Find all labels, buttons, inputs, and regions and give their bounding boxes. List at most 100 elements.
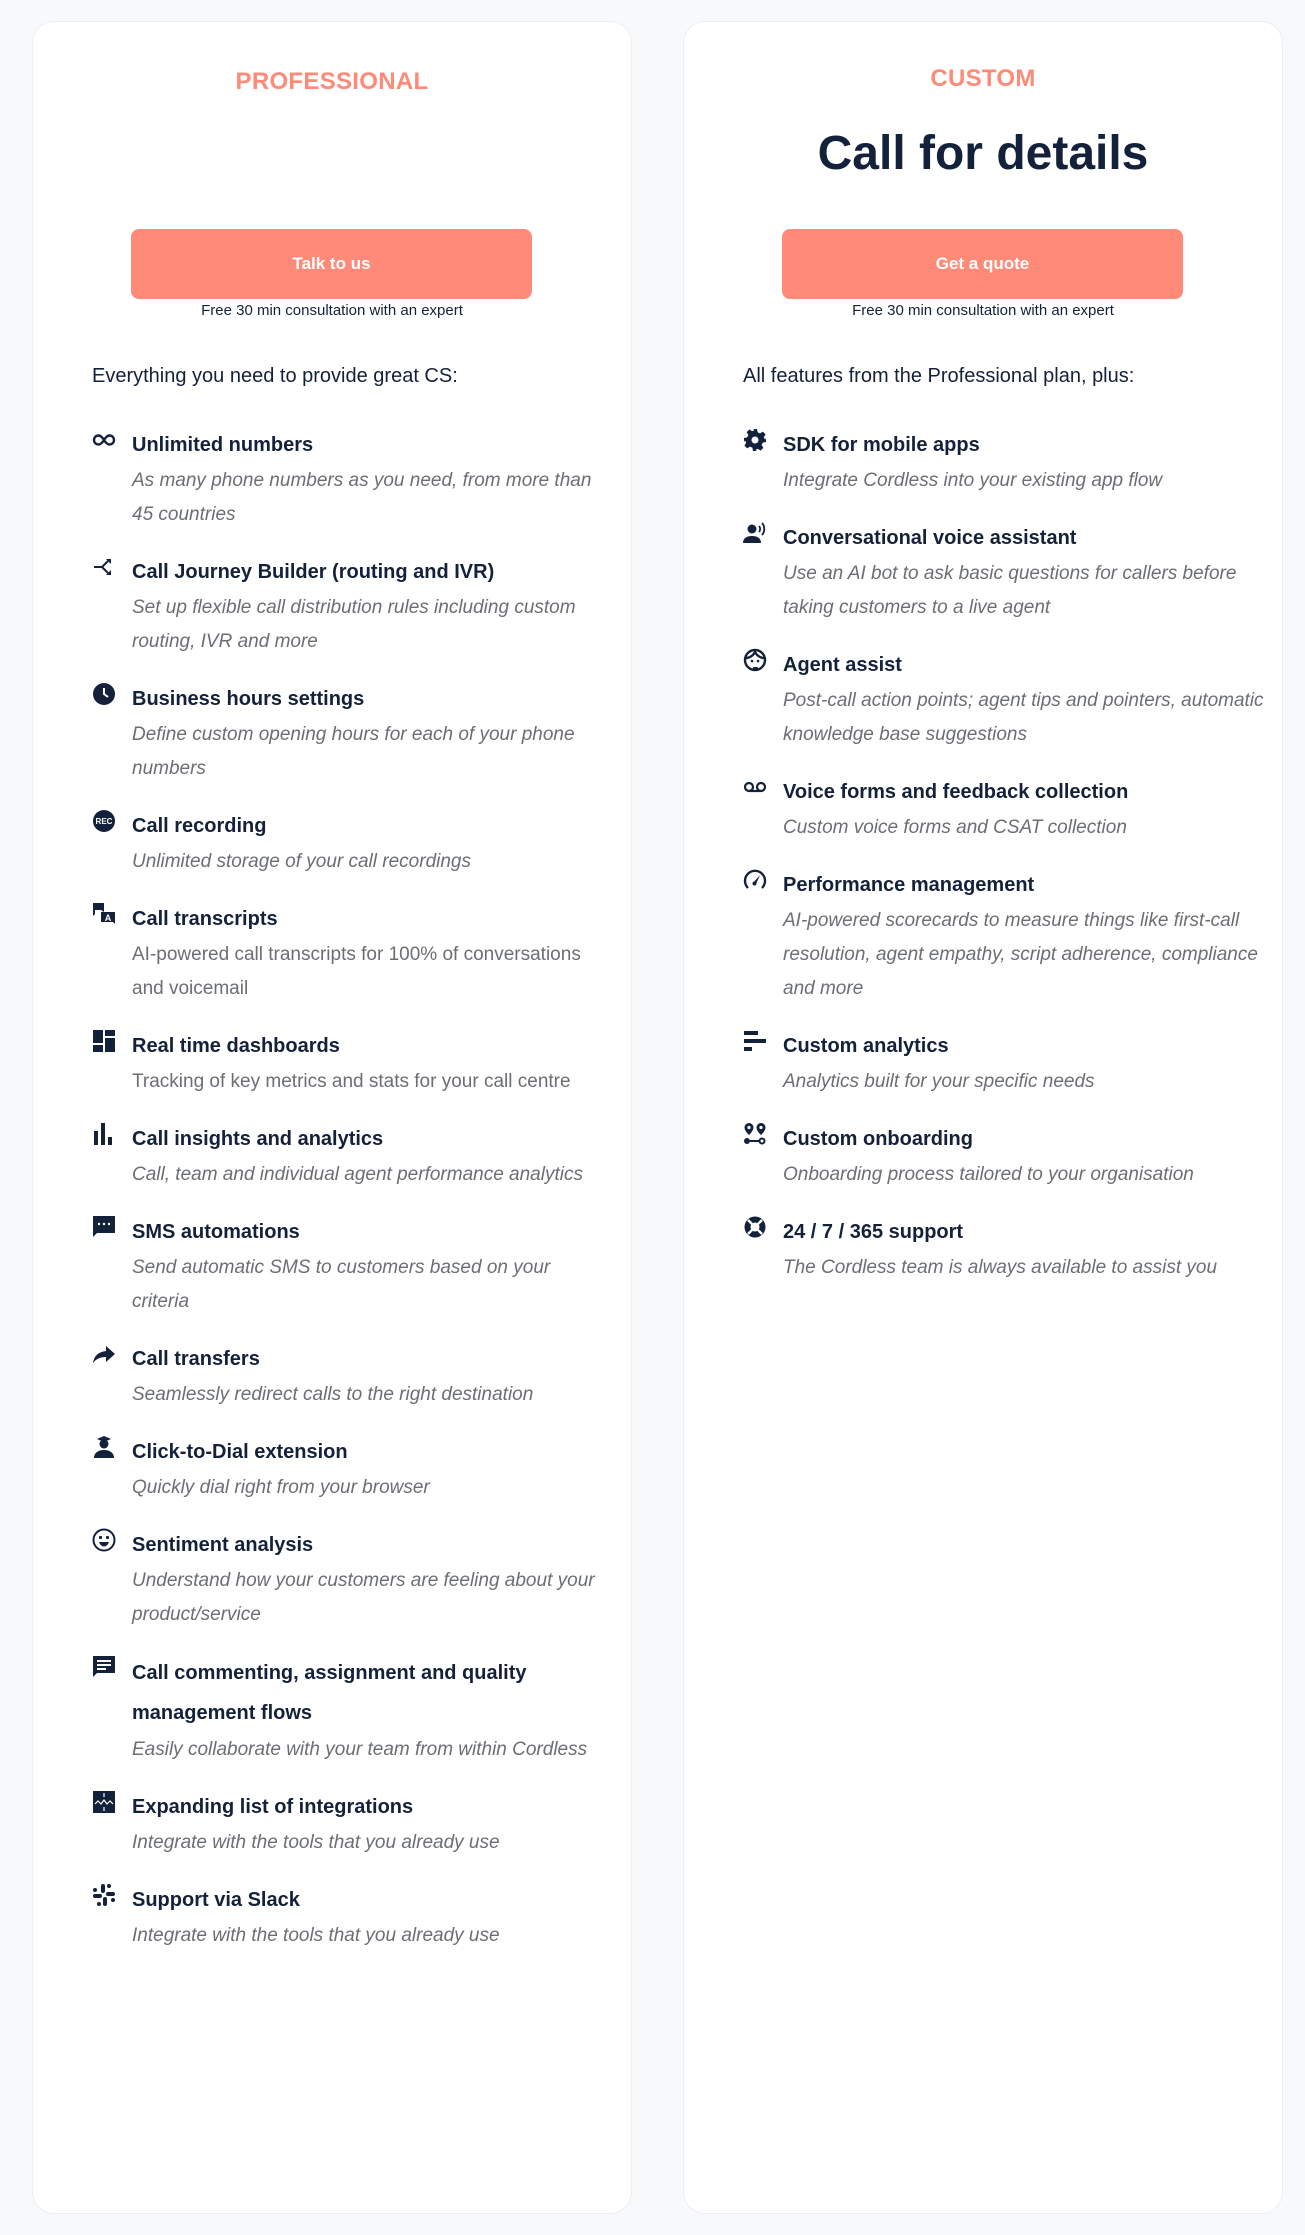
feature-title: Real time dashboards [132, 1035, 340, 1057]
feature-item: Performance management AI-powered scorec… [743, 866, 1273, 1006]
feature-item: Call insights and analytics Call, team a… [92, 1120, 612, 1192]
feature-description: As many phone numbers as you need, from … [132, 470, 592, 525]
feature-item: Voice forms and feedback collection Cust… [743, 773, 1273, 845]
support-agent-icon [743, 648, 773, 672]
feature-item: 24 / 7 / 365 support The Cordless team i… [743, 1213, 1273, 1285]
feature-list: SDK for mobile apps Integrate Cordless i… [743, 426, 1273, 1306]
feature-title: SMS automations [132, 1221, 300, 1243]
feature-description: AI-powered scorecards to measure things … [783, 910, 1258, 999]
feature-item: Custom onboarding Onboarding process tai… [743, 1120, 1273, 1192]
svg-text:A: A [105, 913, 112, 923]
feature-item: Agent assist Post-call action points; ag… [743, 646, 1273, 752]
feature-item: SMS automations Send automatic SMS to cu… [92, 1213, 612, 1319]
pricing-page: PROFESSIONAL Talk to us Free 30 min cons… [0, 0, 1305, 2235]
feature-item: Call transfers Seamlessly redirect calls… [92, 1340, 612, 1412]
infinity-icon [92, 429, 122, 451]
horizontal-bars-icon [743, 1030, 773, 1052]
feature-title: Call transfers [132, 1348, 260, 1370]
feature-description: Integrate Cordless into your existing ap… [783, 470, 1163, 491]
feature-title: Call Journey Builder (routing and IVR) [132, 561, 495, 583]
feature-item: Support via Slack Integrate with the too… [92, 1881, 612, 1953]
feature-item: Call commenting, assignment and quality … [92, 1653, 612, 1767]
feature-item: Call Journey Builder (routing and IVR) S… [92, 553, 612, 659]
get-a-quote-button[interactable]: Get a quote [782, 229, 1183, 299]
feature-description: Integrate with the tools that you alread… [132, 1832, 500, 1853]
feature-title: Call insights and analytics [132, 1128, 384, 1150]
feature-title: Performance management [783, 874, 1035, 896]
plan-price: Call for details [817, 127, 1149, 180]
plan-name: PROFESSIONAL [235, 68, 429, 95]
plan-intro: Everything you need to provide great CS: [92, 365, 458, 387]
feature-description: Easily collaborate with your team from w… [132, 1739, 588, 1760]
feature-item: Sentiment analysis Understand how your c… [92, 1526, 612, 1632]
feature-description: Understand how your customers are feelin… [132, 1570, 595, 1625]
feature-item: Unlimited numbers As many phone numbers … [92, 426, 612, 532]
route-pins-icon [743, 1123, 773, 1145]
feature-item: SDK for mobile apps Integrate Cordless i… [743, 426, 1273, 498]
feature-item: Expanding list of integrations Integrate… [92, 1788, 612, 1860]
feature-title: Call recording [132, 815, 267, 837]
feature-title: Custom onboarding [783, 1128, 973, 1150]
feature-description: Use an AI bot to ask basic questions for… [783, 563, 1237, 618]
plan-name: CUSTOM [930, 65, 1036, 92]
bar-chart-icon [92, 1123, 122, 1145]
feature-description: Seamlessly redirect calls to the right d… [132, 1384, 534, 1405]
smiley-icon [92, 1528, 122, 1552]
rec-icon: REC [92, 810, 122, 832]
plan-intro: All features from the Professional plan,… [743, 365, 1135, 387]
feature-title: SDK for mobile apps [783, 434, 980, 456]
plan-card-custom: CUSTOM Call for details Get a quote Free… [683, 21, 1283, 2214]
svg-text:REC: REC [96, 817, 113, 826]
speedometer-icon [743, 869, 773, 891]
translate-icon: A [92, 903, 122, 925]
feature-item: Real time dashboards Tracking of key met… [92, 1027, 612, 1099]
feature-title: Custom analytics [783, 1035, 949, 1057]
feature-title: Business hours settings [132, 688, 365, 710]
feature-description: Analytics built for your specific needs [783, 1071, 1095, 1092]
feature-description: AI-powered call transcripts for 100% of … [132, 944, 581, 999]
feature-description: Onboarding process tailored to your orga… [783, 1164, 1194, 1185]
feature-item: Click-to-Dial extension Quickly dial rig… [92, 1433, 612, 1505]
feature-description: Define custom opening hours for each of … [132, 724, 575, 779]
feature-item: REC Call recording Unlimited storage of … [92, 807, 612, 879]
plan-card-professional: PROFESSIONAL Talk to us Free 30 min cons… [32, 21, 632, 2214]
puzzle-icon [92, 1791, 122, 1813]
feature-item: Custom analytics Analytics built for you… [743, 1027, 1273, 1099]
voice-person-icon [743, 522, 773, 544]
feature-title: Voice forms and feedback collection [783, 781, 1129, 803]
feature-description: Post-call action points; agent tips and … [783, 690, 1264, 745]
feature-list: Unlimited numbers As many phone numbers … [92, 426, 612, 1974]
feature-title: Call commenting, assignment and quality … [132, 1662, 527, 1724]
feature-description: Send automatic SMS to customers based on… [132, 1257, 551, 1312]
cta-note: Free 30 min consultation with an expert [201, 302, 463, 319]
feature-description: Quickly dial right from your browser [132, 1477, 430, 1498]
voicemail-icon [743, 776, 773, 798]
feature-description: Tracking of key metrics and stats for yo… [132, 1071, 571, 1092]
feature-description: Unlimited storage of your call recording… [132, 851, 471, 872]
slack-icon [92, 1884, 122, 1906]
clock-icon [92, 683, 122, 705]
agent-icon [92, 1436, 122, 1458]
feature-title: 24 / 7 / 365 support [783, 1221, 964, 1243]
feature-item: Conversational voice assistant Use an AI… [743, 519, 1273, 625]
feature-description: Set up flexible call distribution rules … [132, 597, 576, 652]
sms-icon [92, 1216, 122, 1238]
feature-description: Call, team and individual agent performa… [132, 1164, 583, 1185]
talk-to-us-button[interactable]: Talk to us [131, 229, 532, 299]
feature-description: Integrate with the tools that you alread… [132, 1925, 500, 1946]
feature-title: Agent assist [783, 654, 902, 676]
feature-title: Call transcripts [132, 908, 278, 930]
comment-icon [92, 1656, 122, 1678]
feature-description: Custom voice forms and CSAT collection [783, 817, 1127, 838]
feature-title: Expanding list of integrations [132, 1796, 414, 1818]
feature-title: Conversational voice assistant [783, 527, 1077, 549]
feature-description: The Cordless team is always available to… [783, 1257, 1218, 1278]
feature-title: Support via Slack [132, 1889, 300, 1911]
feature-title: Sentiment analysis [132, 1534, 314, 1556]
cta-note: Free 30 min consultation with an expert [852, 302, 1114, 319]
gear-icon [743, 429, 773, 451]
call-split-icon [92, 556, 122, 578]
feature-item: Business hours settings Define custom op… [92, 680, 612, 786]
feature-title: Unlimited numbers [132, 434, 314, 456]
dashboard-icon [92, 1030, 122, 1052]
